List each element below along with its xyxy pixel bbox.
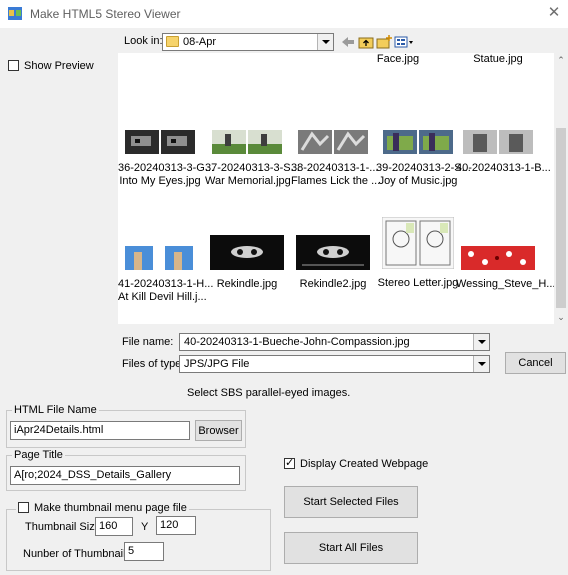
page-title-legend: Page Title xyxy=(12,449,65,461)
file-name-line1: Rekindle.jpg xyxy=(216,278,278,290)
checkbox-box[interactable] xyxy=(284,456,295,469)
file-name-line1: 39-20240313-2-S... xyxy=(376,162,471,174)
list-item[interactable]: Statue.jpg xyxy=(456,53,540,66)
lookin-combo[interactable]: 08-Apr xyxy=(162,33,334,51)
back-arrow-icon[interactable] xyxy=(339,33,357,51)
file-name-line1: Wessing_Steve_H... xyxy=(456,278,556,290)
start-selected-button[interactable]: Start Selected Files xyxy=(284,486,418,518)
thumbnail-image xyxy=(296,235,370,270)
window-title: Make HTML5 Stereo Viewer xyxy=(30,7,181,21)
filetype-combo[interactable]: JPS/JPG File xyxy=(179,355,490,373)
list-item[interactable]: 41-20240313-1-H... At Kill Devil Hill.j.… xyxy=(118,246,214,304)
file-name-line2: At Kill Devil Hill.j... xyxy=(118,291,207,303)
list-item[interactable]: 38-20240313-1-... Flames Lick the ... xyxy=(291,130,381,188)
thumbnail-y-input[interactable]: 120 xyxy=(156,516,196,535)
thumbnail-image xyxy=(381,216,455,270)
lookin-label: Look in: xyxy=(124,35,163,47)
scroll-thumb[interactable] xyxy=(556,128,566,308)
list-item[interactable]: 39-20240313-2-S... Joy of Music.jpg xyxy=(376,130,471,188)
thumbnail-group xyxy=(6,509,271,571)
thumbnail-image xyxy=(463,130,533,154)
chevron-down-icon[interactable] xyxy=(473,334,489,350)
filetype-value: JPS/JPG File xyxy=(184,358,250,370)
file-name-line1: 37-20240313-3-S... xyxy=(205,162,300,174)
thumbnail-count-input[interactable]: 5 xyxy=(124,542,164,561)
list-item[interactable]: Stereo Letter.jpg xyxy=(376,216,460,290)
file-name-line1: 38-20240313-1-... xyxy=(291,162,379,174)
scroll-down-icon[interactable]: ⌄ xyxy=(554,310,568,324)
list-item[interactable]: Wessing_Steve_H... xyxy=(456,246,556,291)
html-filename-input[interactable]: iApr24Details.html xyxy=(10,421,190,440)
view-menu-icon[interactable] xyxy=(393,33,415,51)
thumbnail-y-label: Y xyxy=(141,521,149,533)
file-name-line1: 40-20240313-1-B... xyxy=(456,162,551,174)
chevron-down-icon[interactable] xyxy=(473,356,489,372)
filename-value: 40-20240313-1-Bueche-John-Compassion.jpg xyxy=(184,336,410,348)
show-preview-checkbox[interactable]: Show Preview xyxy=(8,60,94,72)
up-folder-icon[interactable] xyxy=(357,33,375,51)
thumbnail-image xyxy=(125,246,193,270)
app-icon xyxy=(8,7,22,20)
file-name-line2: Into My Eyes.jpg xyxy=(119,175,201,187)
checkbox-box[interactable] xyxy=(8,60,19,71)
start-all-button[interactable]: Start All Files xyxy=(284,532,418,564)
list-item[interactable]: Face.jpg xyxy=(356,53,440,66)
lookin-value: 08-Apr xyxy=(183,36,217,48)
file-name-line1: Stereo Letter.jpg xyxy=(377,277,459,289)
thumbnail-legend[interactable]: Make thumbnail menu page file xyxy=(16,502,189,514)
thumbnail-legend-label: Make thumbnail menu page file xyxy=(34,502,187,514)
browse-button[interactable]: Browser xyxy=(195,420,242,441)
cancel-button[interactable]: Cancel xyxy=(505,352,566,374)
file-name: Statue.jpg xyxy=(473,53,523,65)
thumbnail-x-input[interactable]: 160 xyxy=(95,517,133,536)
thumbnail-image xyxy=(298,130,368,154)
hint-text: Select SBS parallel-eyed images. xyxy=(187,387,351,399)
list-item[interactable]: 36-20240313-3-G... Into My Eyes.jpg xyxy=(118,130,215,188)
file-name-line1: Rekindle2.jpg xyxy=(299,278,367,290)
file-name-line1: 36-20240313-3-G... xyxy=(118,162,215,174)
list-item[interactable]: 37-20240313-3-S... War Memorial.jpg xyxy=(205,130,300,188)
file-name-line1: 41-20240313-1-H... xyxy=(118,278,214,290)
thumbnail-image xyxy=(383,130,453,154)
list-item[interactable]: Rekindle2.jpg xyxy=(291,235,375,291)
file-name-line2: Joy of Music.jpg xyxy=(378,175,458,187)
page-title-input[interactable]: A[ro;2024_DSS_Details_Gallery xyxy=(10,466,240,485)
display-webpage-checkbox[interactable]: Display Created Webpage xyxy=(284,456,429,470)
file-list[interactable]: Face.jpg Statue.jpg 36-20240313-3-G... I… xyxy=(118,53,568,324)
display-webpage-label: Display Created Webpage xyxy=(300,458,429,470)
new-folder-icon[interactable] xyxy=(375,33,393,51)
show-preview-label: Show Preview xyxy=(24,60,94,72)
filename-combo[interactable]: 40-20240313-1-Bueche-John-Compassion.jpg xyxy=(179,333,490,351)
filename-label: File name: xyxy=(122,336,174,348)
list-item[interactable]: 40-20240313-1-B... xyxy=(456,130,551,175)
file-name: Face.jpg xyxy=(376,53,420,65)
thumbnail-image xyxy=(125,130,195,154)
html-file-legend: HTML File Name xyxy=(12,404,99,416)
filetype-label: Files of type: xyxy=(122,358,185,370)
file-name-line2: Flames Lick the ... xyxy=(291,175,381,187)
checkbox-box[interactable] xyxy=(18,502,29,513)
thumbnail-image xyxy=(210,235,284,270)
list-item[interactable]: Rekindle.jpg xyxy=(205,235,289,291)
scroll-up-icon[interactable]: ⌃ xyxy=(554,53,568,67)
thumbnail-image xyxy=(212,130,282,154)
folder-icon xyxy=(166,36,179,47)
chevron-down-icon[interactable] xyxy=(317,34,333,50)
file-name-line2: War Memorial.jpg xyxy=(205,175,291,187)
thumbnail-image xyxy=(461,246,535,270)
close-icon[interactable]: ✕ xyxy=(546,5,562,21)
